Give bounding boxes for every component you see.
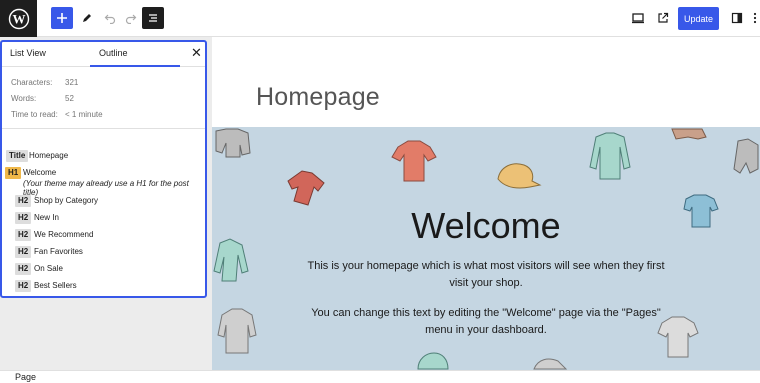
document-overview-icon[interactable]: [142, 7, 164, 29]
close-icon[interactable]: ✕: [191, 45, 202, 61]
clothing-illustration: [589, 132, 631, 180]
outline-h2-item[interactable]: We Recommend: [34, 230, 93, 239]
stat-value: 52: [65, 94, 74, 103]
clothing-illustration: [391, 140, 437, 182]
outline-h2-item[interactable]: Best Sellers: [34, 281, 77, 290]
more-options-icon[interactable]: [750, 7, 760, 29]
stat-value: < 1 minute: [65, 110, 103, 119]
h2-badge: H2: [15, 229, 32, 241]
outline-h1-text[interactable]: Welcome: [23, 168, 56, 177]
stat-value: 321: [65, 78, 79, 87]
pencil-icon[interactable]: [76, 7, 98, 29]
update-button[interactable]: Update: [678, 7, 719, 30]
cover-paragraph[interactable]: You can change this text by editing the …: [302, 305, 670, 339]
outline-h2-item[interactable]: Fan Favorites: [34, 247, 83, 256]
clothing-illustration: [671, 128, 707, 140]
stat-label: Words:: [11, 94, 37, 103]
editor-toolbar: W Update: [0, 0, 760, 37]
tab-list-view[interactable]: List View: [10, 48, 46, 58]
document-overview-panel: List View Outline ✕ Characters: 321 Word…: [0, 40, 207, 298]
undo-icon[interactable]: [99, 7, 121, 29]
h1-badge: H1: [5, 167, 22, 179]
tab-outline[interactable]: Outline: [99, 48, 128, 58]
h2-badge: H2: [15, 246, 32, 258]
breadcrumb-page[interactable]: Page: [15, 372, 36, 382]
h2-badge: H2: [15, 212, 32, 224]
outline-h2-item[interactable]: On Sale: [34, 264, 63, 273]
clothing-illustration: [217, 308, 257, 354]
outline-title-text[interactable]: Homepage: [29, 151, 68, 160]
svg-text:W: W: [12, 11, 25, 26]
clothing-illustration: [533, 358, 568, 370]
clothing-illustration: [417, 352, 449, 370]
clothing-illustration: [215, 128, 251, 158]
sidebar-icon[interactable]: [726, 7, 748, 29]
desktop-view-icon[interactable]: [627, 7, 649, 29]
divider: [2, 128, 205, 129]
clothing-illustration: [497, 163, 542, 189]
outline-h2-item[interactable]: New In: [34, 213, 59, 222]
redo-icon[interactable]: [120, 7, 142, 29]
stat-label: Characters:: [11, 78, 53, 87]
cover-block[interactable]: Welcome This is your homepage which is w…: [212, 127, 760, 370]
h2-badge: H2: [15, 263, 32, 275]
clothing-illustration: [733, 138, 759, 174]
outline-h1-warning: (Your theme may already use a H1 for the…: [23, 179, 189, 197]
post-title[interactable]: Homepage: [256, 83, 380, 112]
block-breadcrumb-bar: Page: [0, 370, 760, 383]
cover-paragraph[interactable]: This is your homepage which is what most…: [302, 258, 670, 292]
h2-badge: H2: [15, 195, 32, 207]
add-block-button[interactable]: [51, 7, 73, 29]
external-link-icon[interactable]: [652, 7, 674, 29]
active-tab-indicator: [90, 65, 180, 67]
wordpress-logo-icon[interactable]: W: [0, 0, 37, 37]
cover-heading[interactable]: Welcome: [212, 205, 760, 247]
panel-tabs: List View Outline ✕: [2, 42, 205, 67]
stat-label: Time to read:: [11, 110, 58, 119]
outline-h2-item[interactable]: Shop by Category: [34, 196, 98, 205]
title-badge: Title: [6, 150, 29, 162]
h2-badge: H2: [15, 280, 32, 292]
